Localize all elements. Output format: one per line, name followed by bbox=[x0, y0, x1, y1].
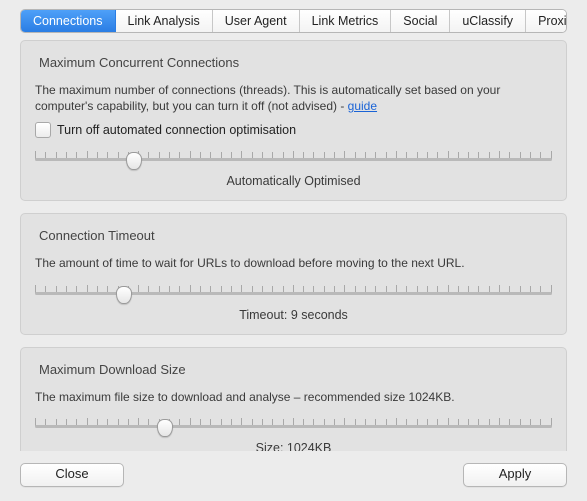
preferences-window: Connections Link Analysis User Agent Lin… bbox=[0, 0, 587, 501]
slider-thumb[interactable] bbox=[116, 286, 132, 304]
panel-title: Maximum Download Size bbox=[39, 362, 552, 377]
panel-description: The maximum number of connections (threa… bbox=[35, 82, 552, 114]
tab-link-metrics[interactable]: Link Metrics bbox=[300, 10, 392, 32]
panel-description: The maximum file size to download and an… bbox=[35, 389, 552, 405]
connections-slider[interactable] bbox=[35, 146, 552, 172]
tab-user-agent[interactable]: User Agent bbox=[213, 10, 300, 32]
tab-connections[interactable]: Connections bbox=[21, 10, 116, 32]
desc-text: The maximum number of connections (threa… bbox=[35, 83, 500, 113]
close-button[interactable]: Close bbox=[20, 463, 124, 487]
slider-thumb[interactable] bbox=[126, 152, 142, 170]
tab-proxies[interactable]: Proxies bbox=[526, 10, 567, 32]
tab-uclassify[interactable]: uClassify bbox=[450, 10, 526, 32]
slider-caption: Timeout: 9 seconds bbox=[35, 308, 552, 322]
slider-track bbox=[35, 292, 552, 295]
content-area: Maximum Concurrent Connections The maxim… bbox=[20, 40, 567, 451]
timeout-slider[interactable] bbox=[35, 280, 552, 306]
panel-max-download-size: Maximum Download Size The maximum file s… bbox=[20, 347, 567, 451]
slider-track bbox=[35, 158, 552, 161]
checkbox-label: Turn off automated connection optimisati… bbox=[57, 123, 296, 137]
footer: Close Apply bbox=[20, 463, 567, 487]
apply-button[interactable]: Apply bbox=[463, 463, 567, 487]
panel-title: Connection Timeout bbox=[39, 228, 552, 243]
panel-max-connections: Maximum Concurrent Connections The maxim… bbox=[20, 40, 567, 201]
tab-link-analysis[interactable]: Link Analysis bbox=[116, 10, 213, 32]
checkbox-icon[interactable] bbox=[35, 122, 51, 138]
panel-title: Maximum Concurrent Connections bbox=[39, 55, 552, 70]
guide-link[interactable]: guide bbox=[348, 99, 377, 113]
optimisation-checkbox-row[interactable]: Turn off automated connection optimisati… bbox=[35, 122, 552, 138]
tab-social[interactable]: Social bbox=[391, 10, 450, 32]
slider-caption: Size: 1024KB bbox=[35, 441, 552, 451]
download-size-slider[interactable] bbox=[35, 413, 552, 439]
tab-bar: Connections Link Analysis User Agent Lin… bbox=[20, 9, 567, 33]
slider-track bbox=[35, 425, 552, 428]
panel-connection-timeout: Connection Timeout The amount of time to… bbox=[20, 213, 567, 334]
slider-thumb[interactable] bbox=[157, 419, 173, 437]
slider-caption: Automatically Optimised bbox=[35, 174, 552, 188]
panel-description: The amount of time to wait for URLs to d… bbox=[35, 255, 552, 271]
